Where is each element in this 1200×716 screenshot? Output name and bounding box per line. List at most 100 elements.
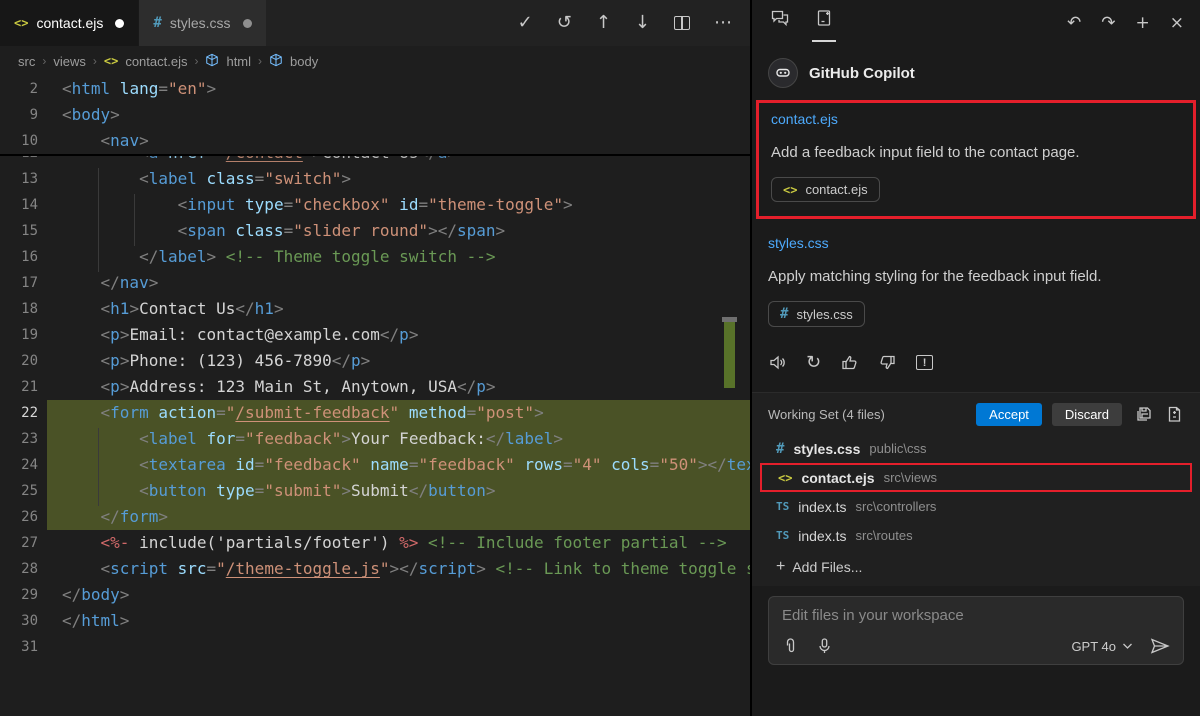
line-number: 12	[0, 156, 47, 166]
read-aloud-speaker-icon[interactable]	[768, 353, 787, 372]
line-number: 31	[0, 634, 47, 660]
breadcrumb-item[interactable]: html	[226, 54, 251, 69]
breadcrumb-item[interactable]: body	[290, 54, 318, 69]
discard-button[interactable]: Discard	[1052, 403, 1122, 426]
code-line-28[interactable]: 28 <script src="/theme-toggle.js"></scri…	[0, 556, 750, 582]
code-text: <p>Phone: (123) 456-7890</p>	[47, 348, 750, 374]
chat-input-toolbar: GPT 4o	[782, 637, 1170, 655]
panel-body: GitHub Copilot contact.ejs Add a feedbac…	[752, 46, 1200, 716]
more-actions-icon[interactable]: ⋯	[714, 14, 732, 32]
line-number: 26	[0, 504, 47, 530]
code-text: </label> <!-- Theme toggle switch -->	[47, 244, 750, 270]
breadcrumb-item[interactable]: src	[18, 54, 35, 69]
code-line-14[interactable]: 14 <input type="checkbox" id="theme-togg…	[0, 192, 750, 218]
working-set-file-index.ts[interactable]: TS index.ts src\routes	[768, 521, 1184, 550]
new-session-icon[interactable]: +	[1136, 15, 1150, 32]
line-number: 25	[0, 478, 47, 504]
code-line-2[interactable]: 2<html lang="en">	[0, 76, 750, 102]
code-line-31[interactable]: 31	[0, 634, 750, 660]
microphone-icon[interactable]	[816, 637, 833, 655]
request-block-styles: styles.css Apply matching styling for th…	[768, 227, 1184, 339]
file-path: src\controllers	[856, 499, 937, 514]
request-file-link[interactable]: contact.ejs	[771, 111, 838, 127]
code-file-icon: <>	[778, 471, 792, 485]
code-line-9[interactable]: 9<body>	[0, 102, 750, 128]
add-files-button[interactable]: + Add Files...	[770, 558, 1182, 576]
code-text: <label class="switch">	[47, 166, 750, 192]
breadcrumb-item[interactable]: views	[53, 54, 86, 69]
rerun-request-icon[interactable]: ↻	[806, 354, 821, 372]
code-line-20[interactable]: 20 <p>Phone: (123) 456-7890</p>	[0, 348, 750, 374]
attach-paperclip-icon[interactable]	[782, 637, 799, 655]
add-files-label: Add Files...	[792, 559, 862, 575]
code-line-12[interactable]: 12 <a href="/contact">Contact Us</a>	[0, 156, 750, 166]
line-number: 10	[0, 128, 47, 154]
code-line-30[interactable]: 30</html>	[0, 608, 750, 634]
file-name: index.ts	[798, 528, 846, 544]
accept-button[interactable]: Accept	[976, 403, 1042, 426]
plus-icon: +	[776, 558, 785, 576]
next-change-icon[interactable]: ↓	[635, 14, 650, 32]
code-line-21[interactable]: 21 <p>Address: 123 Main St, Anytown, USA…	[0, 374, 750, 400]
request-message: Add a feedback input field to the contac…	[771, 144, 1181, 161]
code-line-26[interactable]: 26 </form>	[0, 504, 750, 530]
code-line-22[interactable]: 22 <form action="/submit-feedback" metho…	[0, 400, 750, 426]
code-text: <%- include('partials/footer') %> <!-- I…	[47, 530, 750, 556]
code-editor[interactable]: 2<html lang="en">9<body>10 <nav> 12 <a h…	[0, 76, 750, 660]
file-path: src\routes	[856, 528, 913, 543]
chat-view-icon[interactable]	[768, 4, 792, 42]
indent-guide	[98, 428, 99, 506]
code-text: <nav>	[47, 128, 750, 154]
thumbs-down-icon[interactable]	[878, 353, 897, 372]
split-editor-icon[interactable]	[674, 16, 690, 30]
css-file-icon: #	[780, 306, 788, 322]
report-issue-icon[interactable]: !	[916, 355, 933, 370]
code-text: <html lang="en">	[47, 76, 750, 102]
code-line-24[interactable]: 24 <textarea id="feedback" name="feedbac…	[0, 452, 750, 478]
code-line-16[interactable]: 16 </label> <!-- Theme toggle switch -->	[0, 244, 750, 270]
line-number: 30	[0, 608, 47, 634]
close-panel-icon[interactable]: ×	[1170, 15, 1184, 32]
code-line-27[interactable]: 27 <%- include('partials/footer') %> <!-…	[0, 530, 750, 556]
line-number: 29	[0, 582, 47, 608]
request-file-link[interactable]: styles.css	[768, 235, 829, 251]
file-chip-styles-css[interactable]: # styles.css	[768, 301, 865, 327]
code-line-19[interactable]: 19 <p>Email: contact@example.com</p>	[0, 322, 750, 348]
discard-undo-icon[interactable]: ↺	[557, 14, 572, 32]
send-icon[interactable]	[1150, 637, 1170, 655]
code-line-13[interactable]: 13 <label class="switch">	[0, 166, 750, 192]
code-line-23[interactable]: 23 <label for="feedback">Your Feedback:<…	[0, 426, 750, 452]
file-path: src\views	[884, 470, 937, 485]
code-line-17[interactable]: 17 </nav>	[0, 270, 750, 296]
tab-contact-ejs[interactable]: <> contact.ejs	[0, 0, 138, 46]
css-file-icon: #	[153, 15, 161, 31]
accept-check-icon[interactable]: ✓	[518, 14, 533, 32]
modified-dot-icon[interactable]	[115, 19, 124, 28]
file-chip-contact-ejs[interactable]: <> contact.ejs	[771, 177, 880, 202]
modified-dot-icon[interactable]	[243, 19, 252, 28]
save-all-icon[interactable]	[1134, 405, 1153, 424]
working-set-file-styles.css[interactable]: #styles.csspublic\css	[768, 434, 1184, 463]
tab-styles-css[interactable]: # styles.css	[138, 0, 265, 46]
line-number: 21	[0, 374, 47, 400]
code-line-15[interactable]: 15 <span class="slider round"></span>	[0, 218, 750, 244]
copilot-edits-view-icon[interactable]	[812, 4, 836, 42]
previous-change-icon[interactable]: ↑	[596, 14, 611, 32]
line-number: 14	[0, 192, 47, 218]
code-line-29[interactable]: 29</body>	[0, 582, 750, 608]
code-line-25[interactable]: 25 <button type="submit">Submit</button>	[0, 478, 750, 504]
breadcrumb-item[interactable]: contact.ejs	[125, 54, 187, 69]
undo-icon[interactable]: ↶	[1067, 15, 1081, 32]
line-number: 20	[0, 348, 47, 374]
working-set-file-index.ts[interactable]: TSindex.tssrc\controllers	[768, 492, 1184, 521]
working-set-file-contact.ejs[interactable]: <>contact.ejssrc\views	[760, 463, 1192, 492]
ts-file-icon: TS	[776, 529, 789, 542]
compare-changes-icon[interactable]	[1165, 405, 1184, 424]
thumbs-up-icon[interactable]	[840, 353, 859, 372]
code-line-18[interactable]: 18 <h1>Contact Us</h1>	[0, 296, 750, 322]
code-line-10[interactable]: 10 <nav>	[0, 128, 750, 154]
chat-input[interactable]	[782, 607, 1170, 624]
editor-actions-toolbar: ✓ ↺ ↑ ↓ ⋯	[518, 0, 750, 46]
model-picker[interactable]: GPT 4o	[1071, 639, 1133, 654]
redo-icon[interactable]: ↷	[1101, 15, 1115, 32]
